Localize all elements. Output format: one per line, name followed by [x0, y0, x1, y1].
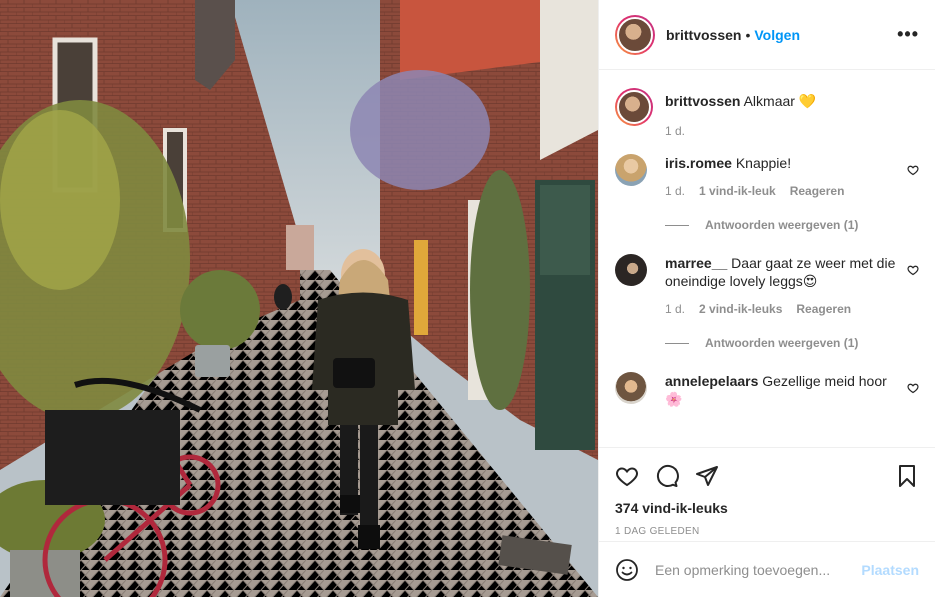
comment-text: Knappie!: [735, 155, 792, 171]
caption-age[interactable]: 1 d.: [665, 124, 685, 138]
more-options-icon[interactable]: •••: [897, 24, 919, 45]
view-replies-label: Antwoorden weergeven (1): [705, 336, 859, 350]
post-username[interactable]: brittvossen: [666, 27, 741, 43]
comment-likes[interactable]: 1 vind-ik-leuk: [699, 184, 776, 198]
post-photo[interactable]: [0, 0, 598, 597]
comment-avatar[interactable]: [615, 254, 647, 286]
comment-item: marree__ Daar gaat ze weer met die onein…: [615, 254, 919, 316]
comment-heart-icon[interactable]: [907, 382, 919, 394]
caption-username[interactable]: brittvossen: [665, 93, 740, 109]
bookmark-icon[interactable]: [895, 464, 919, 488]
caption: brittvossen Alkmaar 💛 1 d.: [615, 88, 919, 138]
comment-item: iris.romee Knappie! 1 d. 1 vind-ik-leuk …: [615, 154, 919, 198]
post-time[interactable]: 1 DAG GELEDEN: [615, 526, 919, 537]
view-replies-label: Antwoorden weergeven (1): [705, 218, 859, 232]
street-photo-illustration: [0, 0, 598, 597]
comment-likes[interactable]: 2 vind-ik-leuks: [699, 302, 782, 316]
post-dialog: brittvossen • Volgen ••• brittvossen Alk…: [0, 0, 935, 597]
separator-dot: •: [745, 26, 751, 43]
replies-divider: [665, 224, 689, 226]
comment-avatar[interactable]: [615, 372, 647, 404]
comment-heart-icon[interactable]: [907, 264, 919, 276]
comment-item: annelepelaars Gezellige meid hoor 🌸: [615, 372, 919, 408]
follow-button[interactable]: Volgen: [754, 27, 800, 43]
avatar[interactable]: [615, 14, 655, 55]
view-replies-button[interactable]: Antwoorden weergeven (1): [665, 218, 919, 232]
post-actions: 374 vind-ik-leuks 1 DAG GELEDEN: [599, 447, 935, 541]
add-comment-bar: Plaatsen: [599, 541, 935, 597]
likes-count[interactable]: 374 vind-ik-leuks: [615, 500, 919, 516]
comments-list[interactable]: brittvossen Alkmaar 💛 1 d. iris.romee Kn…: [599, 70, 935, 447]
post-header: brittvossen • Volgen •••: [599, 0, 935, 70]
reply-button[interactable]: Reageren: [796, 302, 851, 316]
replies-divider: [665, 342, 689, 344]
post-comment-button[interactable]: Plaatsen: [861, 562, 919, 578]
comment-username[interactable]: marree__: [665, 255, 727, 271]
view-replies-button[interactable]: Antwoorden weergeven (1): [665, 336, 919, 350]
comment-age[interactable]: 1 d.: [665, 302, 685, 316]
share-icon[interactable]: [695, 464, 719, 488]
reply-button[interactable]: Reageren: [790, 184, 845, 198]
comment-avatar[interactable]: [615, 154, 647, 186]
comment-icon[interactable]: [655, 464, 679, 488]
comment-username[interactable]: annelepelaars: [665, 373, 758, 389]
emoji-icon[interactable]: [615, 558, 639, 582]
caption-text: Alkmaar 💛: [743, 93, 817, 109]
comment-age[interactable]: 1 d.: [665, 184, 685, 198]
comment-input[interactable]: [655, 561, 862, 578]
caption-avatar[interactable]: [615, 88, 653, 126]
comment-username[interactable]: iris.romee: [665, 155, 732, 171]
comment-heart-icon[interactable]: [907, 164, 919, 176]
post-side-panel: brittvossen • Volgen ••• brittvossen Alk…: [598, 0, 935, 597]
heart-icon[interactable]: [615, 464, 639, 488]
